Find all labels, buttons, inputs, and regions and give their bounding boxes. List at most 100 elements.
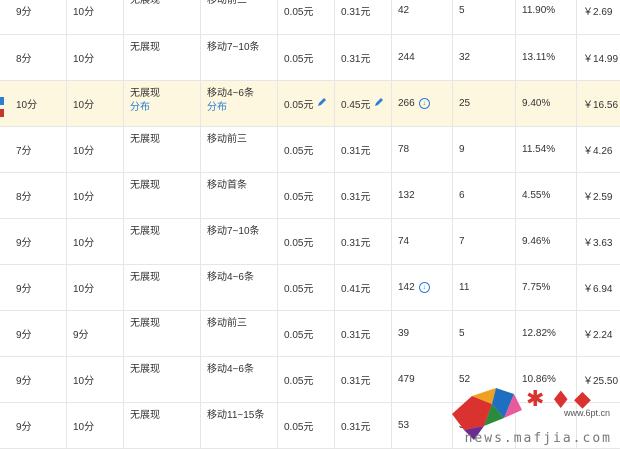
mobile-bid: 0.31元	[341, 53, 371, 65]
table-row: 7分 10分 无展现 移动前三 0.05元 0.31元 78 9 11.54% ￥4.26	[0, 126, 620, 173]
pencil-icon[interactable]	[317, 97, 327, 110]
clicks: 5	[459, 5, 465, 16]
row-marker-cell	[0, 218, 10, 265]
impressions: 42	[398, 5, 410, 16]
ranking-status: 无展现	[130, 0, 160, 6]
quality-score: 9分	[16, 237, 32, 249]
quality-score: 9分	[16, 7, 32, 18]
quality-score: 7分	[16, 145, 32, 157]
table-row: 9分 10分 无展现 移动前三 0.05元 0.31元 42 5 11.90% ￥2.69	[0, 0, 620, 35]
impressions: 39	[398, 327, 410, 339]
table-row: 9分 10分 无展现 移动7~10条 0.05元 0.31元 74 7 9.46% ￥3.63	[0, 218, 620, 265]
row-marker-cell	[0, 34, 10, 81]
impressions: 266	[398, 97, 415, 109]
cost: ￥2.59	[583, 191, 613, 203]
mobile-ranking: 移动前三	[207, 317, 247, 329]
watermark-domain: news.mafjia.com	[464, 431, 612, 446]
info-icon[interactable]: ↓	[418, 97, 430, 109]
table-row: 8分 10分 无展现 移动7~10条 0.05元 0.31元 244 32 13.11% ￥14.…	[0, 34, 620, 81]
bid-price: 0.05元	[284, 145, 314, 157]
row-marker-cell	[0, 0, 10, 35]
mobile-bid: 0.31元	[341, 145, 371, 157]
mobile-bid: 0.31元	[341, 421, 371, 433]
ranking-status: 无展现	[130, 87, 160, 99]
bid-price: 0.05元	[284, 329, 314, 341]
mobile-quality-score: 10分	[73, 191, 95, 203]
mobile-ranking: 移动4~6条	[207, 87, 254, 99]
clicks: 6	[459, 189, 465, 201]
mobile-quality-score: 10分	[73, 375, 95, 387]
pencil-icon[interactable]	[374, 97, 384, 110]
ctr: 12.82%	[522, 327, 556, 339]
quality-score: 9分	[16, 283, 32, 295]
bid-price: 0.05元	[284, 99, 314, 111]
quality-score: 8分	[16, 53, 32, 65]
ctr: 11.90%	[522, 5, 556, 16]
mobile-quality-score: 10分	[73, 145, 95, 157]
ctr: 11.54%	[522, 143, 556, 155]
row-marker-cell	[0, 172, 10, 219]
impressions: 479	[398, 373, 415, 385]
ranking-status: 无展现	[130, 271, 160, 283]
svg-text:✱: ✱	[526, 387, 544, 412]
mobile-ranking: 移动11~15条	[207, 409, 265, 421]
ranking-status: 无展现	[130, 317, 160, 329]
quality-score: 9分	[16, 329, 32, 341]
mobile-quality-score: 10分	[73, 283, 95, 295]
impressions: 142	[398, 281, 415, 293]
quality-score: 9分	[16, 421, 32, 433]
mobile-quality-score: 10分	[73, 99, 95, 111]
cost: ￥3.63	[583, 237, 613, 249]
mobile-quality-score: 10分	[73, 7, 95, 18]
mobile-quality-score: 10分	[73, 237, 95, 249]
mobile-ranking: 移动7~10条	[207, 225, 260, 237]
mobile-quality-score: 9分	[73, 329, 89, 341]
ranking-status: 无展现	[130, 409, 160, 421]
impressions: 132	[398, 189, 415, 201]
table-row: 9分 10分 无展现 移动4~6条 0.05元 0.41元 142 ↓ 11 7.75% ￥6.94	[0, 264, 620, 311]
bid-price: 0.05元	[284, 7, 314, 18]
mobile-ranking: 移动4~6条	[207, 363, 254, 375]
ranking-status: 无展现	[130, 179, 160, 191]
bid-price: 0.05元	[284, 53, 314, 65]
mobile-bid: 0.31元	[341, 375, 371, 387]
mobile-ranking: 移动前三	[207, 0, 247, 6]
impressions: 74	[398, 235, 410, 247]
table-row: 8分 10分 无展现 移动首条 0.05元 0.31元 132 6 4.55% ￥2.59	[0, 172, 620, 219]
ctr: 9.40%	[522, 97, 551, 109]
quality-score: 9分	[16, 375, 32, 387]
quality-score: 8分	[16, 191, 32, 203]
ranking-status: 无展现	[130, 363, 160, 375]
row-marker-cell	[0, 310, 10, 357]
mobile-bid: 0.31元	[341, 7, 371, 18]
mobile-ranking: 移动前三	[207, 133, 247, 145]
cost: ￥16.56	[583, 99, 619, 111]
ranking-status: 无展现	[130, 41, 160, 53]
mobile-quality-score: 10分	[73, 421, 95, 433]
row-marker-cell	[0, 80, 10, 127]
clicks: 25	[459, 97, 471, 109]
impressions: 78	[398, 143, 410, 155]
mobile-ranking: 移动首条	[207, 179, 247, 191]
mobile-bid: 0.31元	[341, 237, 371, 249]
info-icon[interactable]: ↓	[418, 281, 430, 293]
row-marker-cell	[0, 356, 10, 403]
mobile-bid: 0.41元	[341, 283, 371, 295]
cost: ￥6.94	[583, 283, 613, 295]
marker-red	[0, 108, 4, 117]
row-marker-cell	[0, 264, 10, 311]
clicks: 5	[459, 327, 465, 339]
bid-price: 0.05元	[284, 191, 314, 203]
mobile-distribution-link[interactable]: 分布	[207, 101, 277, 115]
distribution-link[interactable]: 分布	[130, 101, 200, 115]
clicks: 32	[459, 51, 471, 63]
mobile-ranking: 移动4~6条	[207, 271, 254, 283]
ranking-status: 无展现	[130, 225, 160, 237]
cost: ￥4.26	[583, 145, 613, 157]
table-row: 10分 10分 无展现 分布 移动4~6条 分布 0.05元 0.45元 266 ↓ 25 9.40%…	[0, 80, 620, 127]
ctr: 4.55%	[522, 189, 551, 201]
cost: ￥2.24	[583, 329, 613, 341]
mobile-ranking: 移动7~10条	[207, 41, 260, 53]
bid-price: 0.05元	[284, 421, 314, 433]
table-row: 9分 9分 无展现 移动前三 0.05元 0.31元 39 5 12.82% ￥2.24	[0, 310, 620, 357]
